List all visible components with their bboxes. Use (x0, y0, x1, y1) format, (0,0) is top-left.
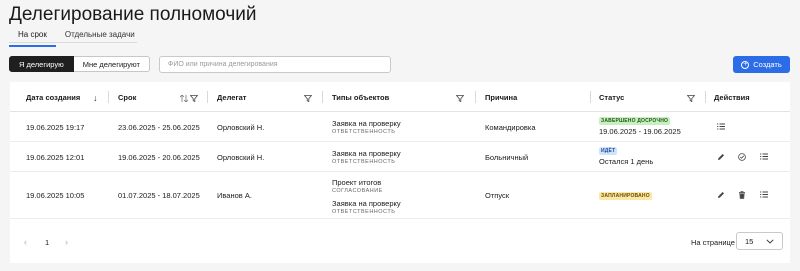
check-circle-icon[interactable] (738, 152, 746, 161)
per-page-value: 15 (745, 236, 754, 246)
cell-object-type-sub: ОТВЕТСТВЕННОСТЬ (332, 129, 396, 135)
header-separator (590, 91, 591, 103)
cell-delegate: Орловский Н. (217, 153, 265, 162)
header-status[interactable]: Статус (599, 82, 624, 112)
toggle-delegated-to-me[interactable]: Мне делегируют (73, 56, 150, 72)
table-row[interactable]: 19.06.2025 19:17 23.06.2025 - 25.06.2025… (10, 112, 790, 142)
tab-term[interactable]: На срок (9, 28, 56, 47)
cell-object-type-sub: СОГЛАСОВАНИЕ (332, 188, 383, 194)
cell-object-type-sub: ОТВЕТСТВЕННОСТЬ (332, 159, 396, 165)
header-separator (108, 91, 109, 103)
cell-created: 19.06.2025 12:01 (26, 153, 85, 162)
header-separator (475, 91, 476, 103)
page-title: Делегирование полномочий (9, 4, 257, 25)
cell-created: 19.06.2025 19:17 (26, 123, 85, 132)
cell-object-type: Заявка на проверку (332, 199, 401, 208)
cell-object-type: Заявка на проверку (332, 119, 401, 128)
tab-separate-tasks[interactable]: Отдельные задачи (56, 28, 144, 47)
toggle-i-delegate[interactable]: Я делегирую (9, 56, 74, 72)
cell-object-type-sub: ОТВЕТСТВЕННОСТЬ (332, 209, 396, 215)
filter-icon[interactable] (190, 95, 198, 102)
trash-icon[interactable] (738, 190, 746, 199)
filter-icon[interactable] (687, 95, 695, 102)
header-object-types[interactable]: Типы объектов (332, 82, 389, 112)
chevron-right-icon[interactable]: › (65, 237, 68, 247)
header-term[interactable]: Срок (118, 82, 136, 112)
pencil-icon[interactable] (717, 152, 725, 161)
header-actions: Действия (714, 92, 750, 102)
list-icon[interactable] (717, 122, 725, 131)
status-badge: ИДЁТ (599, 147, 618, 155)
page-number[interactable]: 1 (45, 238, 49, 247)
delegations-table: Дата создания ↓ Срок Делегат Типы объект… (10, 82, 790, 263)
cell-object-type: Заявка на проверку (332, 149, 401, 158)
table-row[interactable]: 19.06.2025 10:05 01.07.2025 - 18.07.2025… (10, 172, 790, 219)
cell-object-type: Проект итогов (332, 178, 382, 187)
create-button-label: Создать (753, 60, 782, 69)
header-separator (322, 91, 323, 103)
create-button[interactable]: + Создать (733, 56, 790, 73)
cell-term: 01.07.2025 - 18.07.2025 (118, 191, 200, 200)
cell-reason: Больничный (485, 153, 529, 162)
table-row[interactable]: 19.06.2025 12:01 19.06.2025 - 20.06.2025… (10, 142, 790, 172)
table-header: Дата создания ↓ Срок Делегат Типы объект… (10, 82, 790, 112)
cell-delegate: Орловский Н. (217, 123, 265, 132)
status-text: 19.06.2025 - 19.06.2025 (599, 127, 681, 136)
cell-delegate: Иванов А. (217, 191, 252, 200)
delegation-direction-toggle: Я делегирую Мне делегируют (9, 56, 150, 72)
cell-term: 19.06.2025 - 20.06.2025 (118, 153, 200, 162)
per-page-select[interactable]: 15 (736, 232, 783, 250)
tab-bar: На срок Отдельные задачи (9, 28, 144, 47)
cell-reason: Командировка (485, 123, 536, 132)
tabs-divider (9, 42, 137, 43)
filter-icon[interactable] (456, 95, 464, 102)
header-delegate[interactable]: Делегат (217, 82, 246, 112)
plus-circle-icon: + (741, 60, 750, 69)
pencil-icon[interactable] (717, 190, 725, 199)
list-icon[interactable] (760, 190, 768, 199)
chevron-left-icon[interactable]: ‹ (24, 237, 27, 247)
header-reason[interactable]: Причина (485, 82, 517, 112)
sort-desc-icon[interactable]: ↓ (93, 93, 98, 103)
cell-term: 23.06.2025 - 25.06.2025 (118, 123, 200, 132)
cell-created: 19.06.2025 10:05 (26, 191, 85, 200)
sort-icon[interactable] (180, 95, 188, 102)
status-badge: ЗАПЛАНИРОВАНО (599, 192, 652, 200)
chevron-down-icon (766, 237, 774, 246)
status-badge: ЗАВЕРШЕНО ДОСРОЧНО (599, 117, 671, 125)
header-separator (207, 91, 208, 103)
cell-reason: Отпуск (485, 191, 510, 200)
status-text: Остался 1 день (599, 157, 654, 166)
filter-icon[interactable] (304, 95, 312, 102)
header-created[interactable]: Дата создания (26, 82, 80, 112)
search-input[interactable] (159, 56, 391, 73)
per-page-label: На странице (691, 238, 735, 247)
header-separator (705, 91, 706, 103)
list-icon[interactable] (760, 152, 768, 161)
